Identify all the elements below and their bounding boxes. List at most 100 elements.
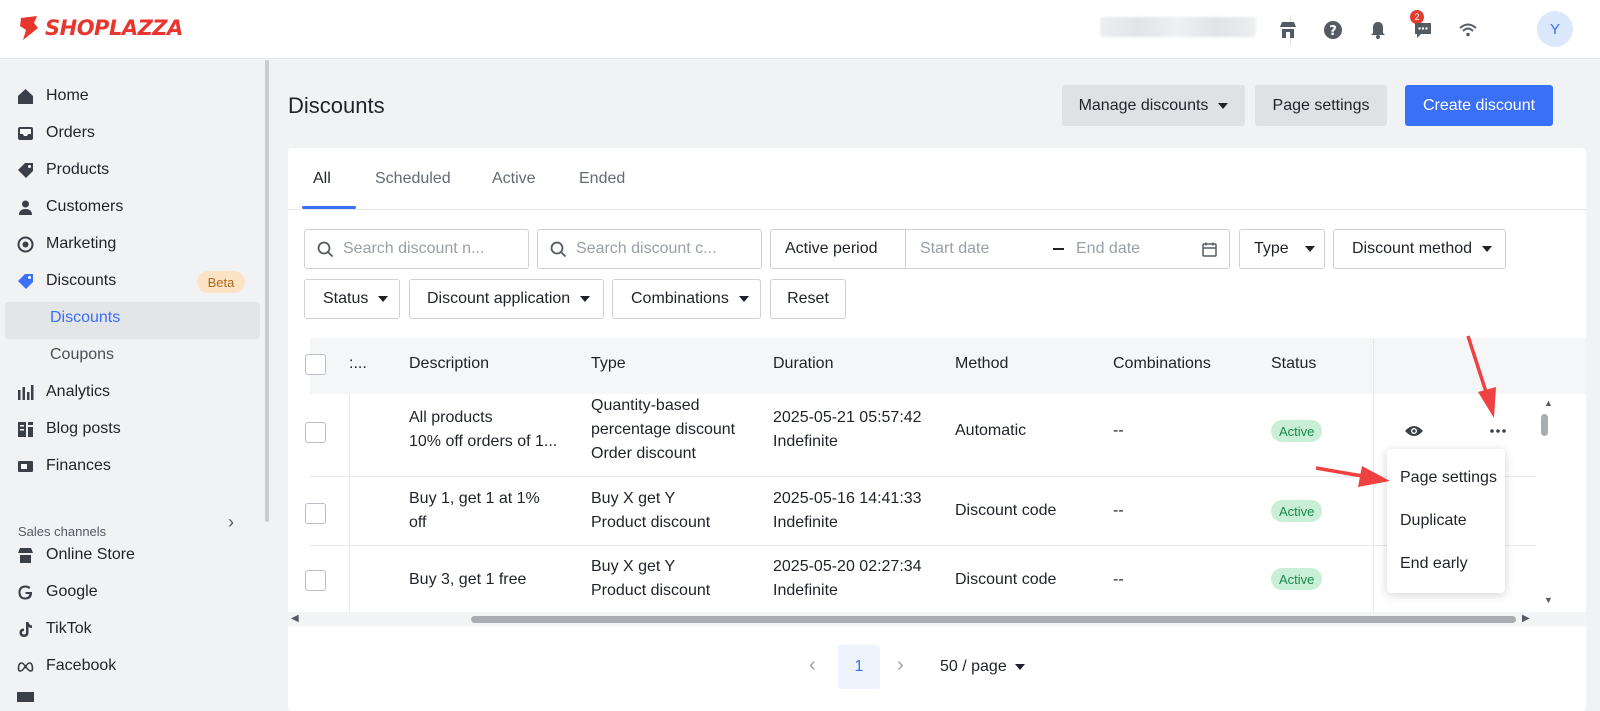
store-icon[interactable] — [1275, 17, 1301, 43]
caret-down-icon — [580, 296, 591, 302]
search-name-field[interactable]: Search discount n... — [304, 229, 529, 269]
sales-channels-title: Sales channels — [18, 524, 107, 539]
sidebar-item-analytics[interactable]: Analytics — [17, 378, 110, 406]
row-checkbox[interactable] — [305, 570, 326, 591]
table-cell-method: Discount code — [955, 571, 1057, 588]
menu-item-page-settings[interactable]: Page settings — [1400, 469, 1497, 487]
select-all-checkbox[interactable] — [305, 354, 326, 375]
next-page-icon[interactable]: › — [897, 654, 904, 677]
table-cell-description[interactable]: Buy 3, get 1 free — [409, 568, 526, 592]
eye-icon[interactable] — [1404, 424, 1424, 438]
avatar[interactable]: Y — [1537, 11, 1573, 47]
type-line: Buy X get Y — [591, 490, 676, 507]
duration-start: 2025-05-16 14:41:33 — [773, 490, 922, 507]
sidebar-item-customers[interactable]: Customers — [17, 193, 123, 221]
sidebar-item-label: TikTok — [46, 620, 92, 637]
sidebar-item-home[interactable]: Home — [17, 82, 89, 110]
end-date-input[interactable]: End date — [1076, 240, 1202, 258]
discount-tag-icon — [18, 273, 33, 289]
tab-active[interactable]: Active — [492, 170, 536, 188]
sidebar-item-google[interactable]: Google — [17, 578, 98, 606]
type-line: Buy X get Y — [591, 558, 676, 575]
type-line: percentage discount — [591, 421, 736, 438]
scroll-down-arrow-icon[interactable]: ▼ — [1544, 595, 1553, 605]
wifi-icon[interactable] — [1455, 17, 1481, 43]
page-size-select[interactable]: 50 / page — [940, 658, 1025, 676]
sidebar-item-blog-posts[interactable]: Blog posts — [17, 415, 121, 443]
type-line: Product discount — [591, 514, 711, 531]
status-badge: Active — [1271, 568, 1323, 590]
table-cell-duration: 2025-05-20 02:27:34 Indefinite — [773, 555, 922, 603]
header-status: Status — [1271, 355, 1317, 372]
header-description: Description — [409, 355, 490, 372]
sidebar-item-marketing[interactable]: Marketing — [17, 230, 116, 258]
sidebar-item-orders[interactable]: Orders — [17, 119, 95, 147]
sidebar-item-discounts[interactable]: Discounts — [17, 267, 116, 295]
more-icon[interactable] — [1490, 429, 1506, 433]
page-settings-button[interactable]: Page settings — [1255, 85, 1387, 126]
row-checkbox[interactable] — [305, 422, 326, 443]
start-date-input[interactable]: Start date — [920, 240, 1053, 258]
description-line: All products — [409, 409, 493, 426]
table-header — [310, 338, 1586, 394]
discount-method-label: Discount method — [1352, 240, 1473, 257]
table-cell-method: Automatic — [955, 422, 1027, 439]
sidebar-item-facebook[interactable]: Facebook — [17, 652, 116, 680]
chat-icon[interactable] — [1410, 17, 1436, 43]
sidebar-scrollbar[interactable] — [265, 60, 269, 522]
tab-scheduled[interactable]: Scheduled — [375, 170, 451, 188]
table-cell-method: Discount code — [955, 502, 1057, 519]
table-cell-combinations: -- — [1113, 571, 1124, 588]
prev-page-icon[interactable]: ‹ — [809, 654, 816, 677]
sidebar-subitem-coupons[interactable]: Coupons — [50, 346, 114, 364]
create-discount-button[interactable]: Create discount — [1405, 85, 1553, 126]
discount-application-filter[interactable]: Discount application — [409, 279, 604, 319]
caret-down-icon — [1304, 246, 1315, 252]
combinations-filter[interactable]: Combinations — [612, 279, 761, 319]
status-filter[interactable]: Status — [304, 279, 400, 319]
scroll-right-arrow-icon[interactable]: ▶ — [1522, 613, 1530, 624]
horizontal-scrollbar-thumb[interactable] — [471, 616, 1516, 623]
search-name-input[interactable]: Search discount n... — [343, 240, 484, 258]
sidebar-item-products[interactable]: Products — [17, 156, 109, 184]
manage-discounts-button[interactable]: Manage discounts — [1062, 85, 1245, 126]
sidebar-item-online-store[interactable]: Online Store — [17, 541, 135, 569]
tab-ended[interactable]: Ended — [579, 170, 625, 188]
reset-button[interactable]: Reset — [770, 279, 846, 319]
search-code-input[interactable]: Search discount c... — [576, 240, 717, 258]
sticky-column-divider — [349, 394, 350, 614]
row-checkbox[interactable] — [305, 503, 326, 524]
sidebar-item-tiktok[interactable]: TikTok — [17, 615, 92, 643]
sidebar-item-label: Orders — [46, 124, 95, 141]
help-icon[interactable]: ? — [1320, 17, 1346, 43]
google-icon — [18, 585, 32, 599]
table-cell-description[interactable]: Buy 1, get 1 at 1% off — [409, 487, 540, 535]
bell-icon[interactable] — [1365, 17, 1391, 43]
search-icon — [550, 241, 567, 257]
column-settings-header[interactable]: :... — [349, 355, 367, 373]
scroll-left-arrow-icon[interactable]: ◀ — [291, 613, 299, 624]
vertical-scrollbar-thumb[interactable] — [1541, 414, 1548, 436]
type-filter[interactable]: Type — [1239, 229, 1325, 269]
chevron-right-icon[interactable]: › — [228, 512, 234, 533]
menu-item-end-early[interactable]: End early — [1400, 555, 1468, 573]
calendar-icon[interactable] — [1202, 242, 1217, 257]
sidebar-subitem-discounts[interactable]: Discounts — [50, 309, 120, 327]
search-code-field[interactable]: Search discount c... — [537, 229, 762, 269]
tab-all[interactable]: All — [313, 170, 331, 188]
top-bar: SHOPLAZZA ? 2 Y — [0, 0, 1600, 59]
sidebar-item-finances[interactable]: Finances — [17, 452, 111, 480]
search-icon — [317, 241, 334, 257]
page-number-current[interactable]: 1 — [838, 645, 880, 689]
discount-method-filter[interactable]: Discount method — [1333, 229, 1506, 269]
header-duration: Duration — [773, 355, 834, 372]
caret-down-icon — [1014, 664, 1025, 670]
apps-icon[interactable] — [17, 692, 34, 702]
logo[interactable]: SHOPLAZZA — [17, 14, 183, 42]
table-cell-description[interactable]: All products 10% off orders of 1... — [409, 406, 557, 454]
inbox-icon — [18, 126, 33, 140]
menu-item-duplicate[interactable]: Duplicate — [1400, 512, 1467, 530]
scroll-up-arrow-icon[interactable]: ▲ — [1544, 398, 1553, 408]
active-period-field[interactable]: Active period Start date End date — [770, 229, 1230, 269]
meta-icon — [17, 661, 34, 672]
